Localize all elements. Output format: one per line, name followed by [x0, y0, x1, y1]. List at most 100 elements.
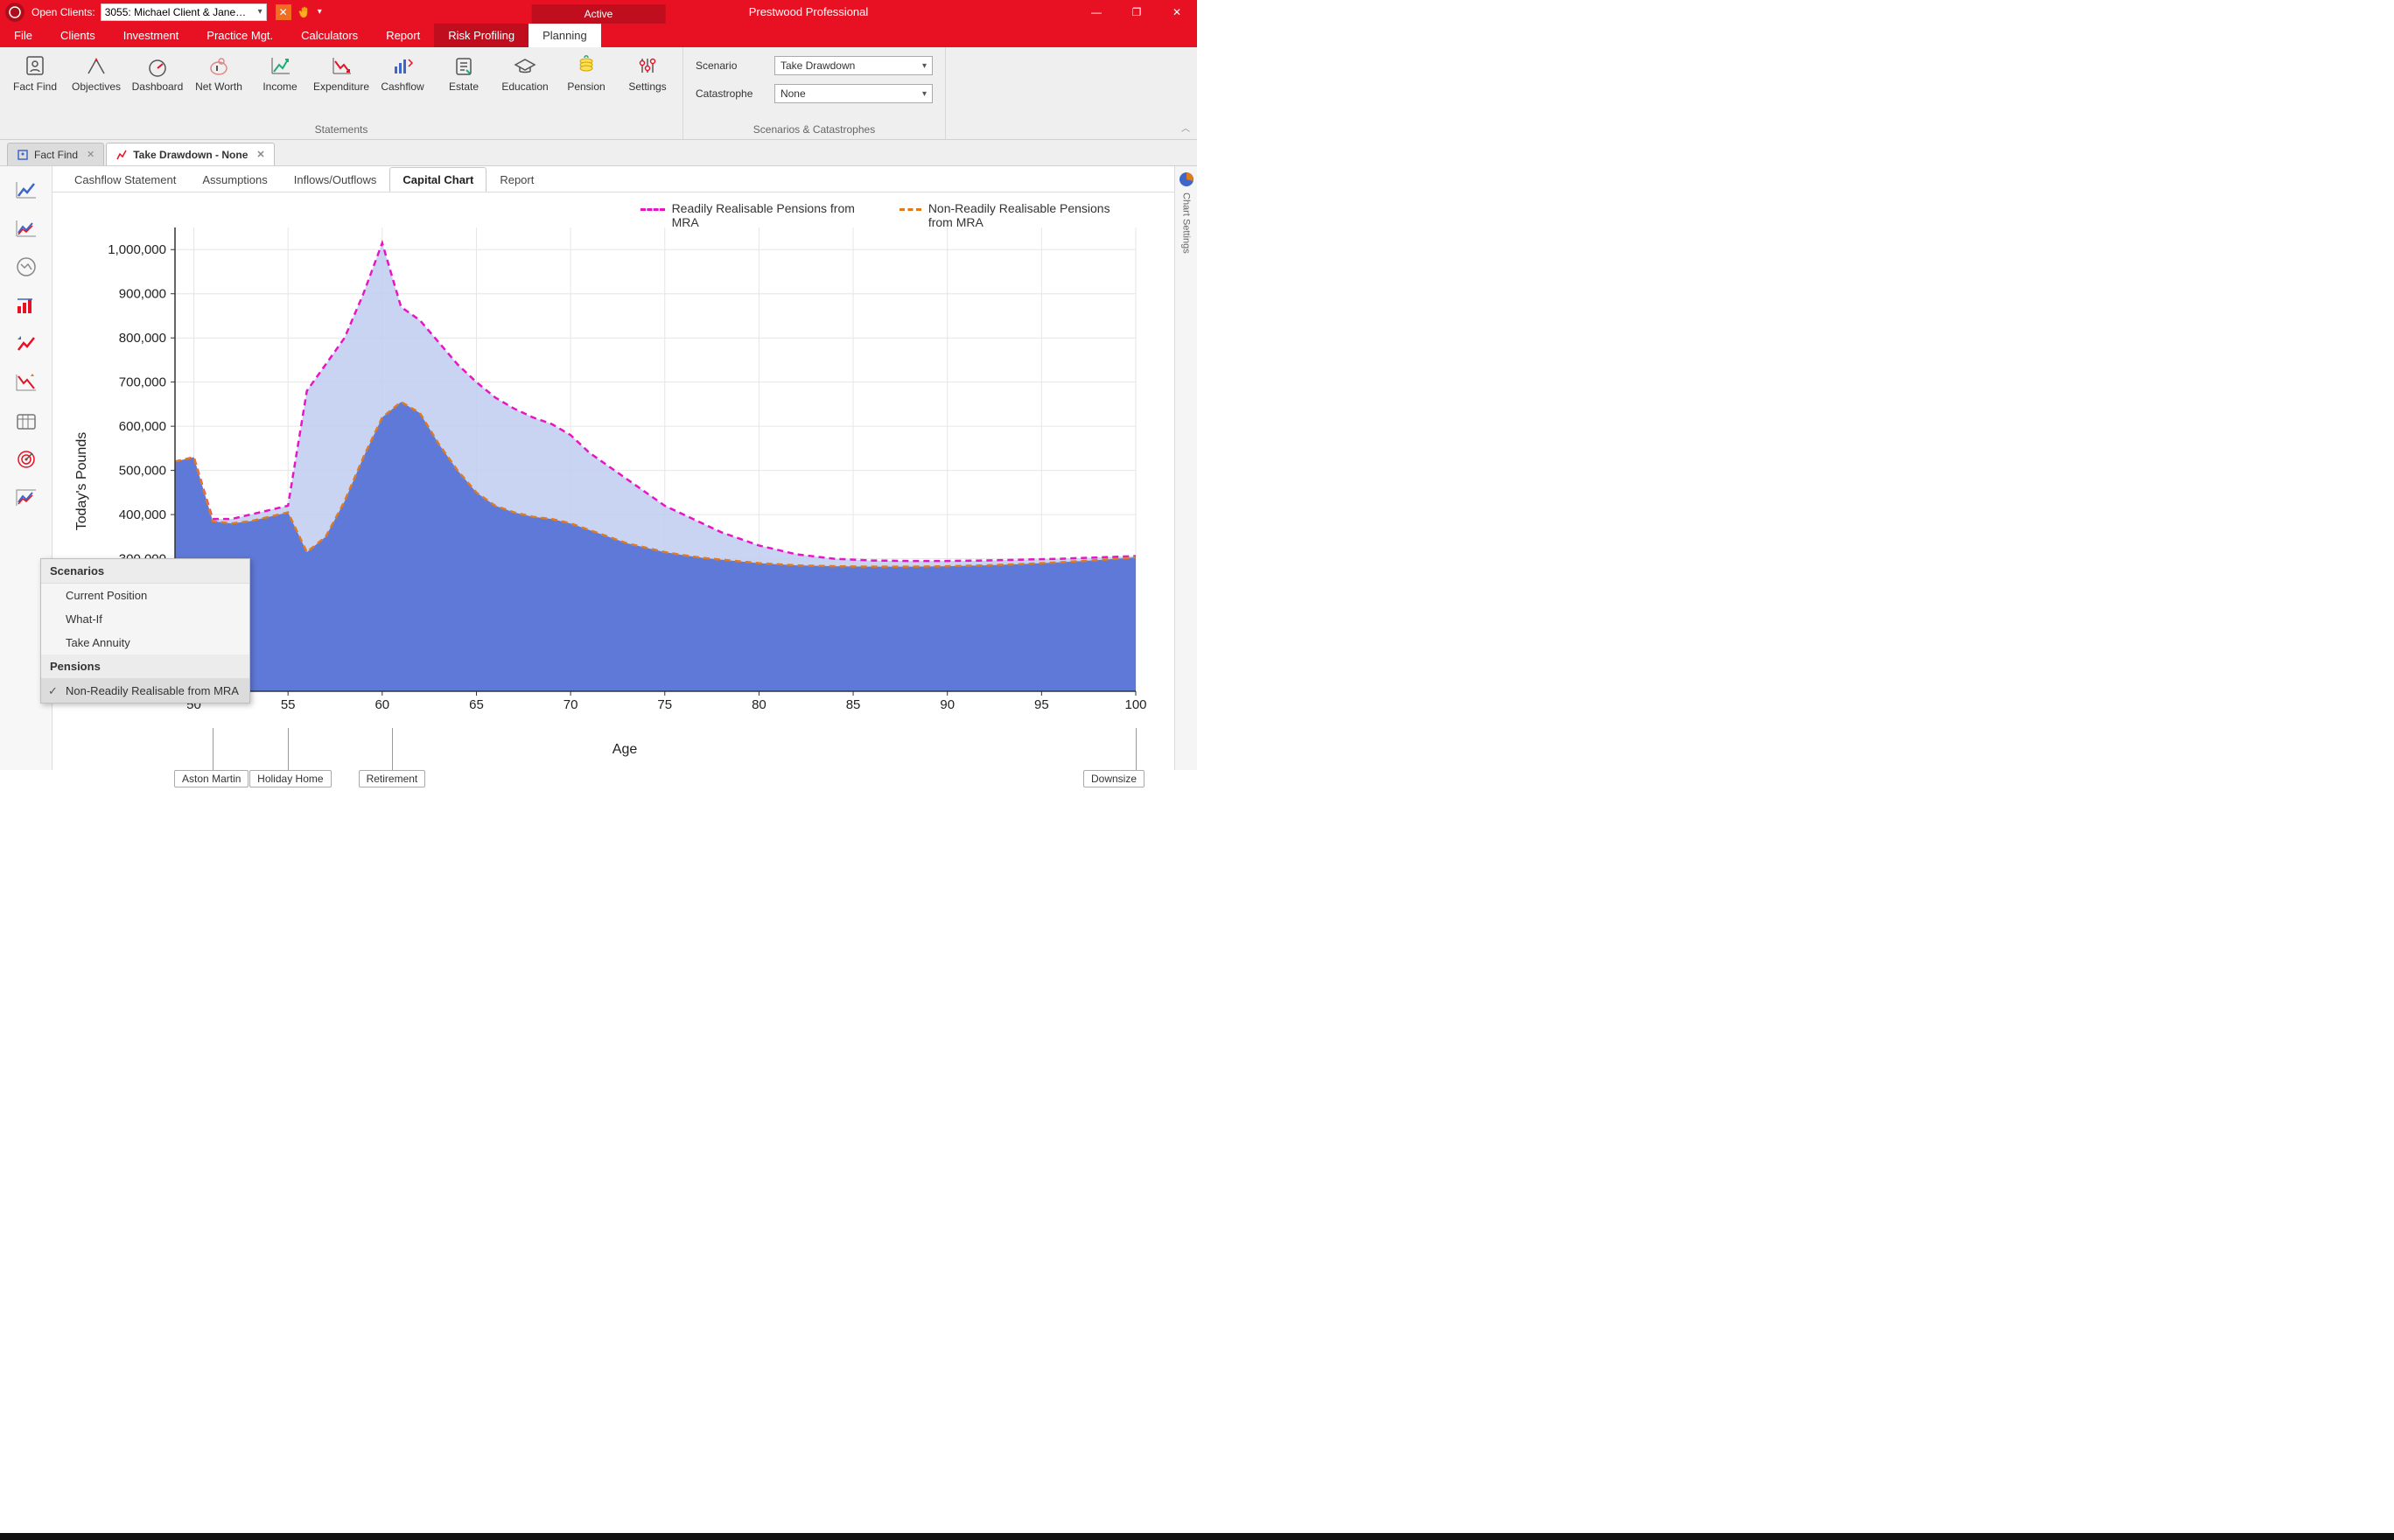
svg-text:80: 80 — [752, 697, 766, 712]
taskbar — [0, 1533, 2394, 1540]
menu-header: Scenarios — [41, 559, 249, 584]
sub-tab-report[interactable]: Report — [486, 167, 547, 192]
svg-text:85: 85 — [846, 697, 861, 712]
svg-text:1,000,000: 1,000,000 — [108, 242, 166, 257]
svg-text:55: 55 — [281, 697, 296, 712]
rail-btn-1[interactable] — [10, 214, 43, 243]
ribbon-group-label-scenarios: Scenarios & Catastrophes — [753, 123, 875, 139]
legend-swatch — [900, 208, 921, 211]
svg-text:60: 60 — [374, 697, 389, 712]
svg-text:700,000: 700,000 — [119, 375, 166, 390]
ribbon-btn-fact-find[interactable]: Fact Find — [5, 51, 65, 96]
doc-tab[interactable]: Fact Find✕ — [7, 143, 104, 165]
ribbon-btn-net-worth[interactable]: Net Worth — [189, 51, 248, 96]
ribbon-btn-settings[interactable]: Settings — [618, 51, 677, 96]
svg-text:65: 65 — [469, 697, 484, 712]
fact-find-icon — [21, 54, 49, 77]
chevron-down-icon: ▾ — [258, 7, 262, 17]
menu-header: Pensions — [41, 654, 249, 679]
svg-text:400,000: 400,000 — [119, 508, 166, 522]
ribbon-btn-objectives[interactable]: Objectives — [66, 51, 126, 96]
sub-tab-inflows-outflows[interactable]: Inflows/Outflows — [281, 167, 390, 192]
sub-tabs: Cashflow StatementAssumptionsInflows/Out… — [52, 166, 1197, 192]
pie-icon[interactable] — [1179, 172, 1194, 187]
svg-text:900,000: 900,000 — [119, 287, 166, 302]
right-rail: Chart Settings — [1174, 166, 1197, 770]
annotation-label: Downsize — [1083, 770, 1144, 788]
scenario-label: Scenario — [696, 60, 762, 72]
svg-text:90: 90 — [940, 697, 955, 712]
doc-tab[interactable]: Take Drawdown - None✕ — [106, 143, 274, 165]
ribbon-btn-dashboard[interactable]: Dashboard — [128, 51, 187, 96]
window-restore-button[interactable]: ❐ — [1116, 0, 1157, 24]
education-icon — [511, 54, 539, 77]
window-minimize-button[interactable]: — — [1076, 0, 1116, 24]
sub-tab-cashflow-statement[interactable]: Cashflow Statement — [61, 167, 189, 192]
close-icon[interactable]: ✕ — [256, 149, 264, 160]
ribbon-btn-expenditure[interactable]: Expenditure — [312, 51, 371, 96]
menu-item-report[interactable]: Report — [372, 24, 434, 47]
estate-icon — [450, 54, 478, 77]
rail-btn-4[interactable] — [10, 329, 43, 359]
menu-item[interactable]: Take Annuity — [41, 631, 249, 654]
context-menu: ScenariosCurrent PositionWhat-IfTake Ann… — [40, 558, 250, 704]
scenario-combo-value: Take Drawdown — [780, 60, 855, 72]
close-icon[interactable]: ✕ — [87, 149, 94, 160]
ribbon-btn-education[interactable]: Education — [495, 51, 555, 96]
sub-tab-assumptions[interactable]: Assumptions — [189, 167, 280, 192]
menu-item[interactable]: Non-Readily Realisable from MRA — [41, 679, 249, 703]
rail-btn-2[interactable] — [10, 252, 43, 282]
rail-btn-5[interactable] — [10, 368, 43, 397]
main-area: Cashflow StatementAssumptionsInflows/Out… — [0, 166, 1197, 770]
menu-item-risk-profiling[interactable]: Risk Profiling — [434, 24, 528, 47]
client-combo-value: 3055: Michael Client & Jane… — [105, 6, 246, 18]
context-tab-active: Active — [532, 4, 666, 24]
annotation-label: Holiday Home — [249, 770, 331, 788]
svg-text:100: 100 — [1124, 697, 1146, 712]
svg-text:600,000: 600,000 — [119, 419, 166, 434]
app-icon — [5, 3, 24, 22]
legend-swatch — [640, 208, 665, 211]
chevron-down-icon: ▾ — [922, 61, 927, 71]
rail-btn-7[interactable] — [10, 444, 43, 474]
menu-item-investment[interactable]: Investment — [109, 24, 193, 47]
menu-item-planning[interactable]: Planning — [528, 24, 601, 47]
ribbon-btn-estate[interactable]: Estate — [434, 51, 494, 96]
rail-btn-3[interactable] — [10, 290, 43, 320]
hand-icon[interactable] — [297, 4, 312, 20]
annotation-label: Retirement — [359, 770, 426, 788]
menubar: FileClientsInvestmentPractice Mgt.Calcul… — [0, 24, 1197, 47]
rail-btn-8[interactable] — [10, 483, 43, 513]
menu-item[interactable]: What-If — [41, 607, 249, 631]
doc-tabs: Fact Find✕Take Drawdown - None✕ — [0, 140, 1197, 166]
catastrophe-label: Catastrophe — [696, 88, 762, 100]
chart-xlabel: Age — [612, 742, 637, 758]
menu-item-practice-mgt-[interactable]: Practice Mgt. — [192, 24, 287, 47]
catastrophe-combo-value: None — [780, 88, 806, 100]
catastrophe-combo[interactable]: None ▾ — [774, 84, 933, 103]
rail-btn-0[interactable] — [10, 175, 43, 205]
titlebar: Open Clients: 3055: Michael Client & Jan… — [0, 0, 1197, 24]
menu-item-clients[interactable]: Clients — [46, 24, 109, 47]
ribbon-btn-income[interactable]: Income — [250, 51, 310, 96]
sub-tab-capital-chart[interactable]: Capital Chart — [389, 167, 486, 192]
ribbon-btn-cashflow[interactable]: Cashflow — [373, 51, 432, 96]
svg-text:500,000: 500,000 — [119, 464, 166, 479]
menu-item-calculators[interactable]: Calculators — [287, 24, 372, 47]
svg-text:70: 70 — [564, 697, 578, 712]
menu-item[interactable]: Current Position — [41, 584, 249, 607]
dropdown-caret-icon[interactable]: ▾ — [318, 7, 322, 17]
chart-plot: 300,000400,000500,000600,000700,000800,0… — [114, 219, 1144, 718]
menu-item-file[interactable]: File — [0, 24, 46, 47]
svg-text:95: 95 — [1034, 697, 1049, 712]
scenario-combo[interactable]: Take Drawdown ▾ — [774, 56, 933, 75]
rail-btn-6[interactable] — [10, 406, 43, 436]
client-combo[interactable]: 3055: Michael Client & Jane… ▾ — [101, 4, 267, 21]
ribbon-collapse-icon[interactable]: ︿ — [1181, 121, 1190, 134]
close-client-button[interactable]: ✕ — [276, 4, 291, 20]
window-close-button[interactable]: ✕ — [1157, 0, 1197, 24]
dashboard-icon — [144, 54, 172, 77]
chart-settings-label[interactable]: Chart Settings — [1181, 192, 1192, 254]
ribbon-btn-pension[interactable]: Pension — [556, 51, 616, 96]
svg-text:75: 75 — [657, 697, 672, 712]
